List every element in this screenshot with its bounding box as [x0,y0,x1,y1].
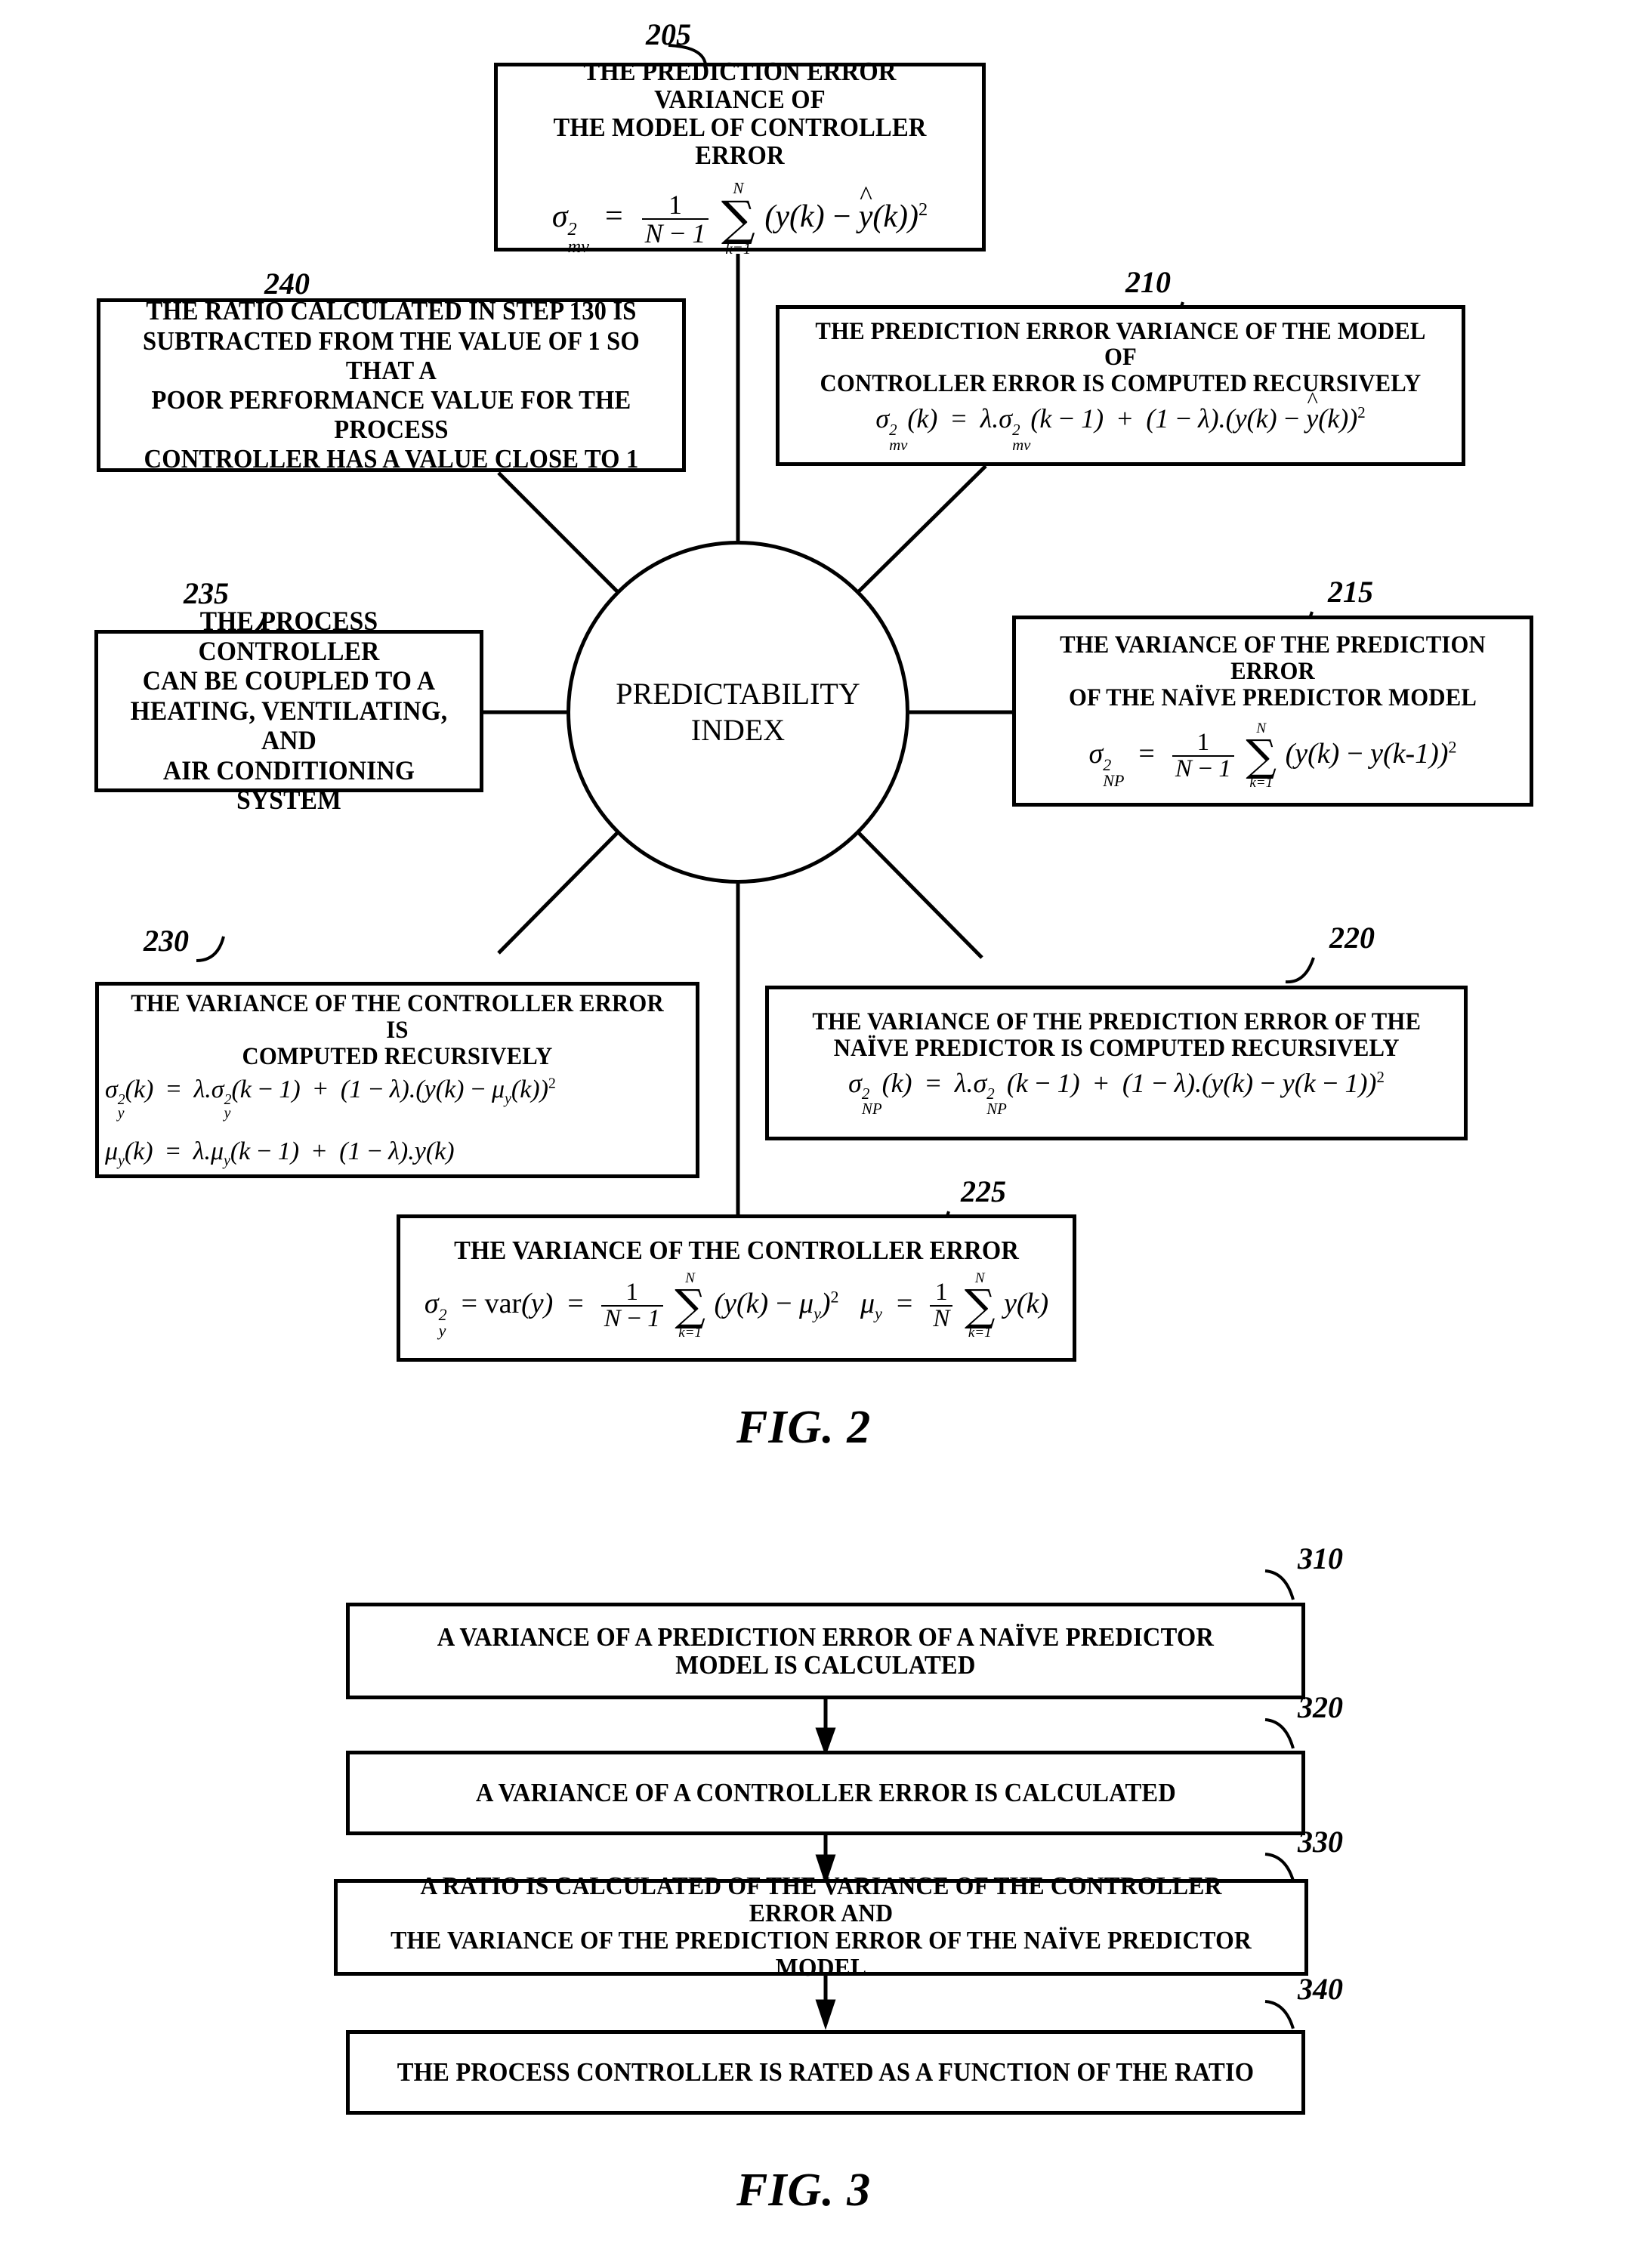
ref-label-210: 210 [1125,265,1171,299]
node-220-title: THE VARIANCE OF THE PREDICTION ERROR OF … [812,1008,1421,1062]
node-box-240[interactable]: THE RATIO CALCULATED IN STEP 130 IS SUBT… [97,296,686,474]
ref-label-215: 215 [1328,575,1373,609]
step-box-330[interactable]: A RATIO IS CALCULATED OF THE VARIANCE OF… [334,1872,1308,1982]
step-box-320[interactable]: A VARIANCE OF A CONTROLLER ERROR IS CALC… [346,1751,1305,1835]
step-320-text: A VARIANCE OF A CONTROLLER ERROR IS CALC… [475,1778,1176,1808]
step-310-text: A VARIANCE OF A PREDICTION ERROR OF A NA… [437,1622,1215,1680]
ref-label-330: 330 [1298,1825,1343,1859]
ref-label-220: 220 [1329,921,1375,955]
ref-label-205: 205 [646,17,691,51]
step-box-310[interactable]: A VARIANCE OF A PREDICTION ERROR OF A NA… [346,1603,1305,1699]
step-340-text: THE PROCESS CONTROLLER IS RATED AS A FUN… [397,2057,1255,2087]
node-box-205[interactable]: THE PREDICTION ERROR VARIANCE OF THE MOD… [494,57,986,257]
node-215-equation: σ 2 NP = 1N − 1 N ∑ k=1 (y(k) − y(k-1))2 [1088,720,1457,791]
ref-label-240: 240 [264,267,310,301]
ref-label-340: 340 [1298,1972,1343,2006]
node-220-equation: σ 2 NP (k) = λ.σ 2 NP (k − 1) + (1 − λ).(y(k) … [848,1067,1385,1119]
ref-label-235: 235 [184,576,229,610]
node-210-title: THE PREDICTION ERROR VARIANCE OF THE MOD… [815,317,1426,398]
node-box-230[interactable]: THE VARIANCE OF THE CONTROLLER ERROR IS … [95,982,699,1178]
node-205-title: THE PREDICTION ERROR VARIANCE OF THE MOD… [553,56,927,171]
ref-label-320: 320 [1298,1690,1343,1724]
figure2-caption: FIG. 2 [736,1402,872,1453]
node-215-title: THE VARIANCE OF THE PREDICTION ERROR OF … [1060,631,1486,711]
figure3-caption: FIG. 3 [736,2165,872,2216]
node-box-235[interactable]: THE PROCESS CONTROLLER CAN BE COUPLED TO… [94,606,483,815]
patent-drawing-sheet: 205 210 215 220 225 230 235 240 THE PRED… [0,0,1627,2268]
node-225-title: THE VARIANCE OF THE CONTROLLER ERROR [454,1235,1019,1265]
node-225-equation: σ2y = var(y) = 1N − 1 N ∑ k=1 (y(k) − μy)2… [424,1270,1049,1341]
central-node-predictability-index[interactable]: PREDICTABILITY INDEX [567,541,909,884]
step-330-text: A RATIO IS CALCULATED OF THE VARIANCE OF… [391,1871,1252,1983]
central-node-label: PREDICTABILITY INDEX [616,677,860,747]
node-205-equation: σ2mv = 1N − 1 N∑k=1 (y(k) − y(k))2 [552,181,928,257]
ref-label-310: 310 [1298,1541,1343,1575]
step-box-340[interactable]: THE PROCESS CONTROLLER IS RATED AS A FUN… [346,2030,1305,2115]
node-240-title: THE RATIO CALCULATED IN STEP 130 IS SUBT… [143,296,640,474]
node-box-215[interactable]: THE VARIANCE OF THE PREDICTION ERROR OF … [1012,616,1533,807]
node-230-equation-2: μy(k) = λ.μy(k − 1) + (1 − λ).y(k) [105,1137,455,1169]
node-box-220[interactable]: THE VARIANCE OF THE PREDICTION ERROR OF … [765,986,1468,1140]
ref-label-230: 230 [144,924,189,958]
node-230-title: THE VARIANCE OF THE CONTROLLER ERROR IS … [131,990,664,1071]
node-230-equation-1: σ 2 y (k) = λ.σ 2 y (k − 1) + (1 − λ).(y(k) − … [105,1075,556,1122]
node-box-210[interactable]: THE PREDICTION ERROR VARIANCE OF THE MOD… [776,305,1465,466]
node-235-title: THE PROCESS CONTROLLER CAN BE COUPLED TO… [130,605,448,816]
node-box-225[interactable]: THE VARIANCE OF THE CONTROLLER ERROR σ2y… [397,1214,1076,1362]
ref-label-225: 225 [961,1174,1006,1208]
node-210-equation: σ 2 mv (k) = λ.σ 2 mv (k − 1) + (1 − λ).(y(k) … [875,405,1365,452]
